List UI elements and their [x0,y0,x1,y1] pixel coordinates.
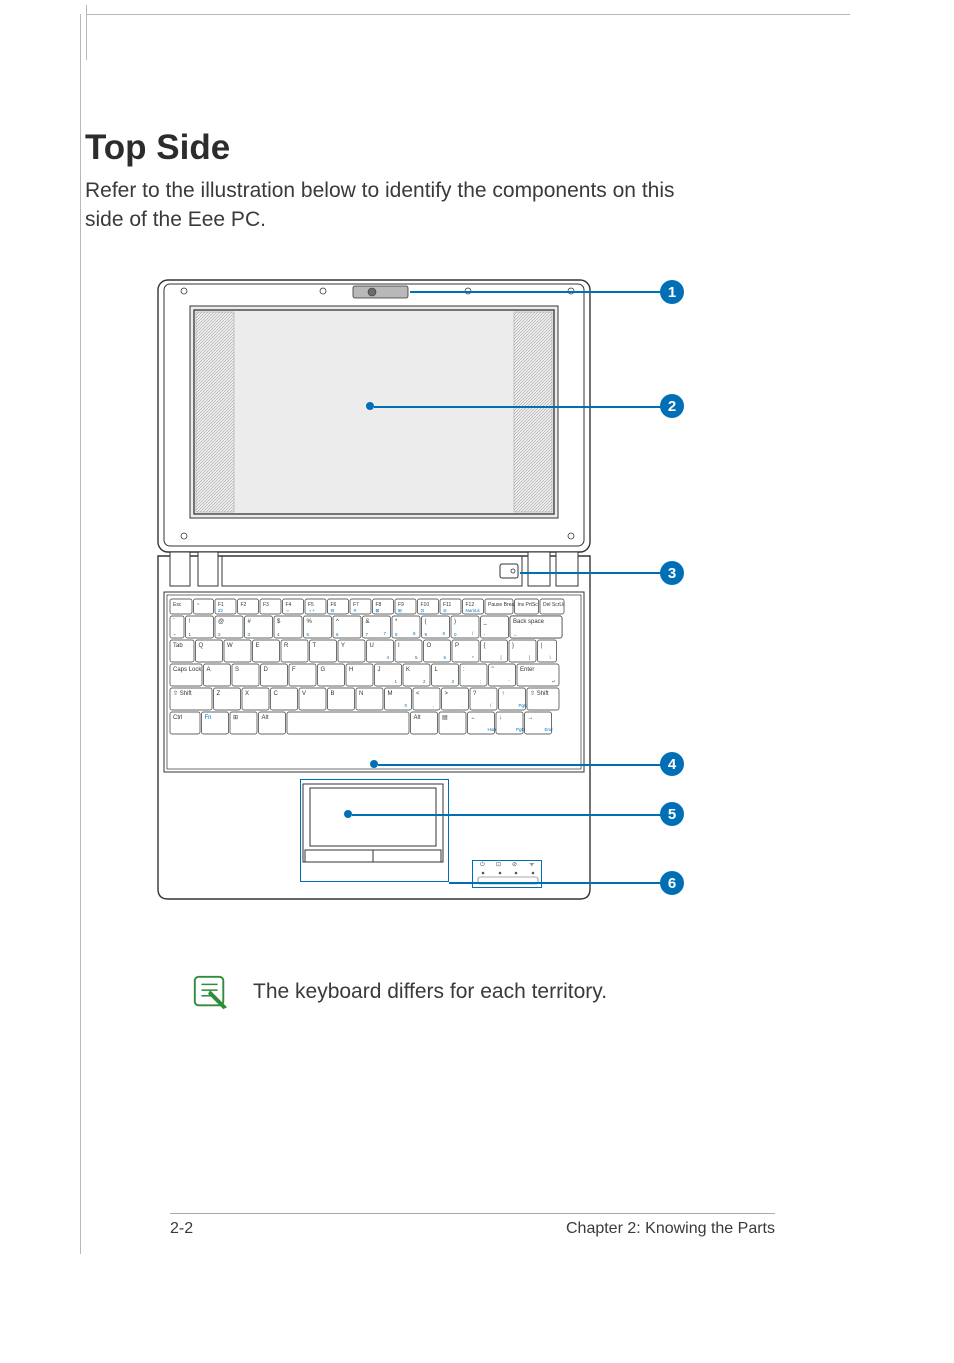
svg-text:Esc: Esc [173,602,182,608]
callout-2: 2 [660,394,684,418]
svg-text:Fn: Fn [205,715,212,721]
svg-text:Alt: Alt [414,715,421,721]
device-illustration: Esc~F1ZzF2F3F4☼F5☼+F6⊟F7✕F8⊠F9⊞F10⊡F11⊘F… [148,276,690,941]
page-footer: 2-2 Chapter 2: Knowing the Parts [170,1220,775,1238]
svg-text:⇧ Shift: ⇧ Shift [530,690,549,697]
svg-text:}: } [512,643,514,649]
svg-text:R: R [284,643,289,649]
callout-4: 4 [660,752,684,776]
svg-text:Alt: Alt [262,715,269,721]
svg-text:☼: ☼ [286,608,290,613]
svg-text:Del ScrLk: Del ScrLk [543,602,565,608]
note-icon [191,973,229,1011]
svg-text:↑: ↑ [502,691,505,697]
svg-text:&: & [366,619,370,625]
svg-text:>: > [445,691,449,697]
svg-text:T: T [313,643,317,649]
svg-text:;: ; [480,679,481,684]
svg-text:⊞: ⊞ [398,608,402,613]
svg-text:Y: Y [341,643,345,649]
svg-text:G: G [321,667,326,673]
callout-3: 3 [660,561,684,585]
svg-text:⊠: ⊠ [376,608,380,613]
svg-text:*: * [472,655,474,660]
svg-text:B: B [331,691,335,697]
svg-text:▤: ▤ [442,715,448,721]
svg-text:%: % [307,619,313,625]
svg-text:→: → [528,715,534,721]
svg-text:⊘: ⊘ [443,608,447,613]
svg-text:Ctrl: Ctrl [173,715,182,721]
svg-text:End: End [545,727,554,732]
svg-text:P: P [455,643,459,649]
svg-text:.: . [462,703,463,708]
callout-1: 1 [660,280,684,304]
svg-text:]: ] [529,655,530,660]
footer-line [170,1213,775,1214]
svg-text:J: J [378,667,381,673]
page-heading: Top Side [85,128,690,168]
svg-text:N: N [359,691,363,697]
svg-text:Ins PrtSc: Ins PrtSc [518,602,539,608]
svg-text:W: W [227,643,233,649]
svg-text:~: ~ [173,632,176,637]
svg-text:@: @ [218,619,224,625]
svg-text:,: , [433,703,434,708]
svg-text:O: O [427,643,432,649]
svg-text:(: ( [425,619,427,625]
content-wrap: Top Side Refer to the illustration below… [85,128,690,235]
callout-5: 5 [660,802,684,826]
svg-text:↓: ↓ [499,715,502,721]
svg-text:E: E [256,643,260,649]
svg-text:⇧ Shift: ⇧ Shift [173,690,192,697]
svg-text:←: ← [513,632,518,637]
svg-text:_: _ [483,619,488,625]
svg-text:S: S [235,667,239,673]
svg-text:✕: ✕ [353,608,357,613]
svg-text:Tab: Tab [173,643,183,649]
svg-text:H: H [349,667,353,673]
svg-text:<: < [416,691,420,697]
svg-text:☼+: ☼+ [308,608,315,613]
svg-text:F2: F2 [241,602,247,608]
svg-text:U: U [370,643,374,649]
svg-text:←: ← [471,715,477,721]
svg-text:D: D [264,667,269,673]
svg-text:A: A [207,667,211,673]
svg-text:Z: Z [217,691,221,697]
svg-text:C: C [274,691,279,697]
svg-text:~: ~ [197,602,200,608]
svg-text:Back space: Back space [513,619,545,625]
svg-text:": " [492,667,494,673]
svg-text:): ) [454,619,456,625]
svg-text:F: F [292,667,296,673]
footer-chapter: Chapter 2: Knowing the Parts [566,1220,775,1238]
svg-text:⊡: ⊡ [421,608,425,613]
svg-text:X: X [245,691,249,697]
note-text: The keyboard differs for each territory. [253,980,607,1004]
note-row: The keyboard differs for each territory. [191,973,607,1011]
svg-text:V: V [302,691,306,697]
svg-text:Enter: Enter [520,667,534,673]
svg-text:{: { [484,643,486,649]
svg-text:⊞: ⊞ [233,715,238,721]
svg-text:': ' [509,679,510,684]
svg-text:Caps Lock: Caps Lock [173,667,202,673]
page-intro: Refer to the illustration below to ident… [85,176,690,235]
svg-text:M: M [388,691,393,697]
footer-page: 2-2 [170,1220,193,1238]
svg-text:`: ` [173,619,175,625]
svg-text:NumLk: NumLk [466,608,481,613]
svg-text:F3: F3 [263,602,269,608]
svg-text:↵: ↵ [552,679,556,684]
svg-text:Zz: Zz [218,608,224,613]
page-tab [81,5,87,60]
callout-6: 6 [660,871,684,895]
svg-text:^: ^ [336,619,339,625]
svg-text:K: K [406,667,410,673]
svg-text:⊟: ⊟ [331,608,335,613]
svg-text:Q: Q [199,643,204,649]
svg-text:Pause Break: Pause Break [488,602,517,608]
